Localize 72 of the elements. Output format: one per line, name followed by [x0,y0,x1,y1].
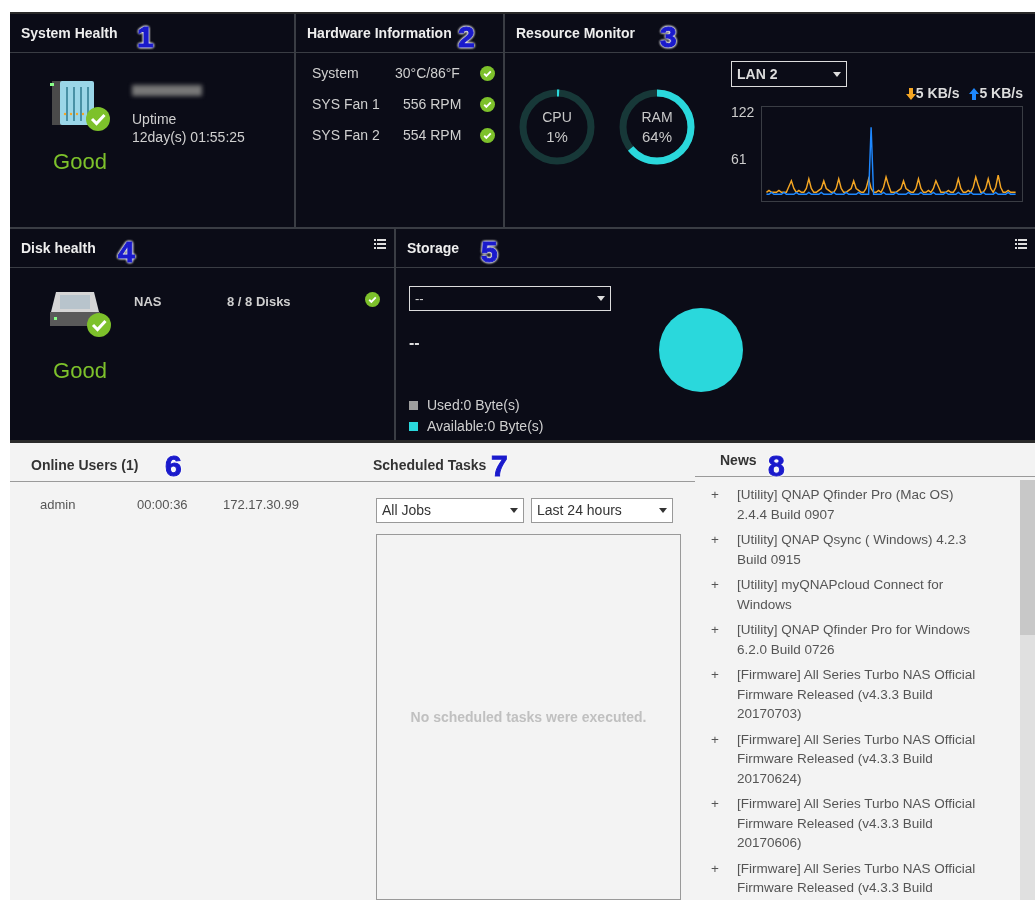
session-duration: 00:00:36 [137,496,189,514]
panel-title: Scheduled Tasks [373,456,487,475]
download-rate: 5 KB/s [915,84,960,103]
callout-number: 1 [137,22,154,52]
legend-label: Available:0 Byte(s) [427,417,544,436]
news-bullet: + [711,486,720,504]
axis-tick-label: 61 [731,150,747,169]
ip-address: 172.17.30.99 [223,496,299,514]
news-bullet: + [711,531,720,549]
interface-dropdown[interactable]: LAN 2 [731,61,847,87]
scrollbar-thumb[interactable] [1020,480,1035,635]
user-name: admin [40,496,77,514]
axis-tick-label: 122 [731,103,755,122]
panel-title: Disk health [21,238,96,258]
news-bullet: + [711,576,720,594]
gauge-reading: 64% [642,127,672,146]
panel-title: Online Users (1) [31,456,139,475]
disk-group-name: NAS [134,293,163,311]
upload-rate: 5 KB/s [979,84,1023,103]
blurred-hostname [132,85,202,96]
news-link[interactable]: [Utility] QNAP Qsync ( Windows) 4.2.3 Build 0915 [737,530,985,569]
caret-icon [597,296,605,301]
callout-number: 4 [118,237,135,267]
legend-label: Used:0 Byte(s) [427,396,520,415]
gauge-label: CPU [542,108,572,127]
health-status: Good [53,148,107,176]
news-link[interactable]: [Utility] QNAP Qfinder Pro (Mac OS) 2.4.4 Build 0907 [737,485,985,524]
uptime-label: Uptime [132,110,178,128]
news-bullet: + [711,795,720,813]
callout-number: 3 [660,22,677,52]
caret-icon [659,508,667,513]
sensor-label: SYS Fan 2 [312,126,381,145]
news-bullet: + [711,859,720,878]
news-link[interactable]: [Utility] QNAP Qfinder Pro for Windows 6.2.0 Build 0726 [737,620,985,659]
list-icon [1015,239,1027,249]
gauge-label: RAM [641,108,673,127]
panel-title: Resource Monitor [516,23,635,43]
news-link[interactable]: [Firmware] All Series Turbo NAS Official Firmware Released (v4.3.3 Build 20170703) [737,665,985,724]
panel-title: Storage [407,238,460,258]
news-link[interactable]: [Firmware] All Series Turbo NAS Official Firmware Released (v4.3.3 Build 20170606) [737,794,985,853]
sensor-value: 554 RPM [402,126,463,145]
news-bullet: + [711,730,720,749]
health-status: Good [53,357,107,385]
upload-arrow-icon [969,87,980,100]
callout-number: 6 [165,451,182,481]
download-arrow-icon [905,87,916,100]
panel-title: News [720,451,757,470]
disk-count: 8 / 8 Disks [227,293,292,311]
news-link[interactable]: [Firmware] All Series Turbo NAS Official Firmware Released (v4.3.3 Build 20170624) [737,729,985,788]
sensor-value: 30°C/86°F [395,64,461,83]
list-icon [374,239,386,249]
news-link[interactable]: [Utility] myQNAPcloud Connect for Windows [737,575,985,614]
gauge-reading: 1% [546,127,568,146]
sensor-value: 556 RPM [402,95,463,114]
panel-title: System Health [21,23,118,43]
news-bullet: + [711,621,720,639]
caret-icon [510,508,518,513]
callout-number: 7 [491,451,508,481]
callout-number: 5 [481,237,498,267]
volume-name: -- [409,333,421,353]
time-range-dropdown[interactable]: Last 24 hours [531,498,673,523]
news-link[interactable]: [Firmware] All Series Turbo NAS Official Firmware Released (v4.3.3 Build [737,858,985,898]
caret-icon [833,71,841,77]
news-bullet: + [711,666,720,684]
callout-number: 2 [458,22,475,52]
callout-number: 8 [768,451,785,481]
sensor-label: System [312,64,360,83]
volume-dropdown[interactable]: -- [409,286,611,311]
uptime-value: 12day(s) 01:55:25 [132,128,245,146]
panel-title: Hardware Information [307,23,452,43]
sensor-label: SYS Fan 1 [312,95,381,114]
job-filter-dropdown[interactable]: All Jobs [376,498,524,523]
